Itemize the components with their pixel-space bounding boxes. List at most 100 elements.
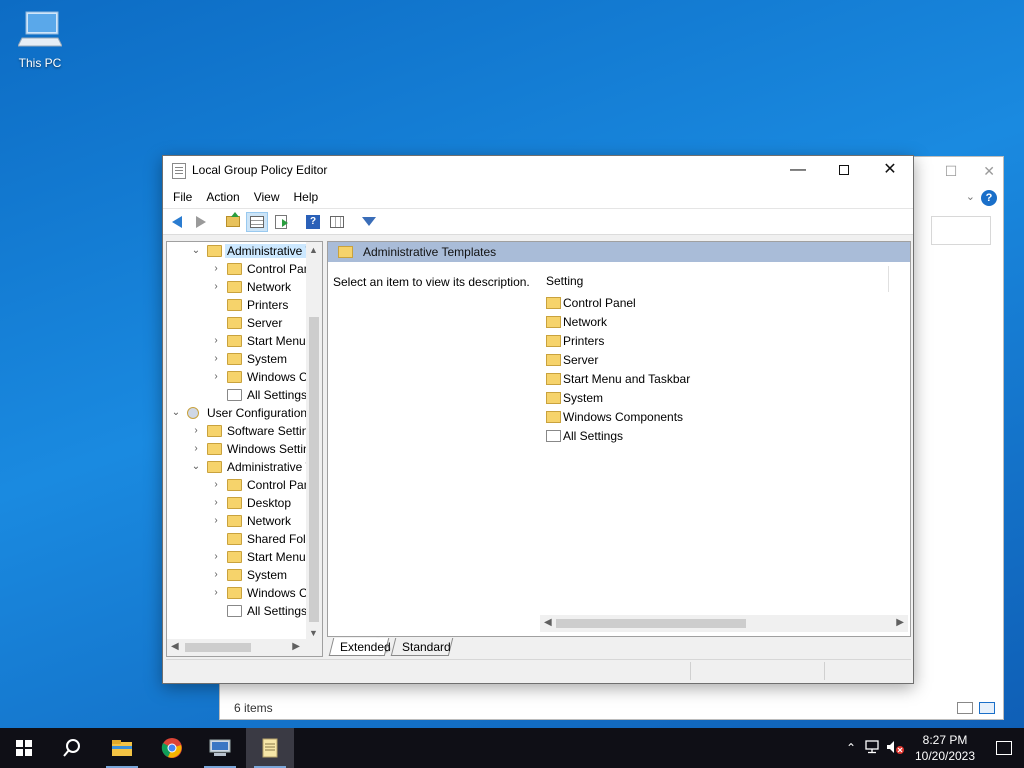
column-header-setting[interactable]: Setting — [546, 274, 583, 288]
close-icon[interactable]: ✕ — [983, 163, 995, 180]
chevron-right-icon[interactable]: › — [191, 425, 201, 436]
tree-node[interactable]: › Network — [167, 512, 307, 530]
filter-button[interactable] — [358, 212, 380, 232]
toolbar-separator — [214, 212, 220, 232]
chevron-down-icon[interactable]: ⌄ — [191, 245, 201, 256]
chevron-right-icon[interactable]: › — [211, 281, 221, 292]
back-button[interactable] — [166, 212, 188, 232]
chevron-right-icon[interactable]: › — [211, 479, 221, 490]
list-item-label: Server — [563, 353, 599, 367]
scroll-thumb[interactable] — [556, 619, 746, 628]
chevron-down-icon[interactable]: ⌄ — [966, 190, 975, 203]
search-button[interactable] — [48, 728, 96, 768]
tree-node[interactable]: Shared Folders — [167, 530, 307, 548]
search-box[interactable] — [931, 216, 991, 245]
chevron-right-icon[interactable]: › — [191, 443, 201, 454]
folder-icon — [227, 497, 242, 509]
folder-icon — [207, 245, 222, 257]
volume-muted-icon[interactable] — [884, 740, 906, 757]
file-explorer-icon — [112, 740, 132, 756]
tree-node[interactable]: › Windows Settings — [167, 440, 307, 458]
up-one-level-button[interactable] — [222, 212, 244, 232]
tree-node[interactable]: › System — [167, 566, 307, 584]
tab-standard[interactable]: Standard — [390, 638, 454, 656]
tree-node[interactable]: ⌄ Administrative Templates — [167, 242, 307, 260]
tree-node[interactable]: ⌄ Administrative Templates — [167, 458, 307, 476]
menu-file[interactable]: File — [166, 186, 199, 208]
show-hidden-icons-icon[interactable]: ⌃ — [840, 741, 862, 755]
help-button[interactable]: ? — [302, 212, 324, 232]
details-view-icon[interactable] — [957, 702, 973, 714]
scroll-left-icon[interactable]: ◀ — [544, 617, 552, 628]
tab-extended[interactable]: Extended — [328, 638, 391, 656]
scroll-left-icon[interactable]: ◀ — [171, 641, 179, 652]
close-button[interactable]: ✕ — [867, 156, 913, 186]
chevron-right-icon[interactable]: › — [211, 569, 221, 580]
scroll-right-icon[interactable]: ▶ — [896, 617, 904, 628]
chevron-right-icon[interactable]: › — [211, 335, 221, 346]
tree-node[interactable]: › Control Panel — [167, 476, 307, 494]
action-center-button[interactable] — [984, 728, 1024, 768]
tree-node[interactable]: All Settings — [167, 386, 307, 404]
tree-vertical-scrollbar[interactable]: ▲ ▼ — [306, 242, 322, 640]
chevron-right-icon[interactable]: › — [211, 515, 221, 526]
console-tree[interactable]: ⌄Administrative Templates › Control Panel ›… — [166, 241, 323, 657]
tree-node[interactable]: › Network — [167, 278, 307, 296]
scroll-up-icon[interactable]: ▲ — [309, 245, 318, 255]
title-bar[interactable]: Local Group Policy Editor — ✕ — [163, 156, 913, 186]
scroll-right-icon[interactable]: ▶ — [292, 641, 300, 652]
tree-node[interactable]: All Settings — [167, 602, 307, 620]
chevron-right-icon[interactable]: › — [211, 263, 221, 274]
scroll-thumb[interactable] — [185, 643, 251, 652]
large-icons-view-icon[interactable] — [979, 702, 995, 714]
network-icon[interactable] — [862, 739, 884, 757]
chevron-right-icon[interactable]: › — [211, 551, 221, 562]
export-list-button[interactable] — [270, 212, 292, 232]
settings-folder-icon — [227, 605, 242, 617]
chevron-right-icon[interactable]: › — [211, 371, 221, 382]
chevron-down-icon[interactable]: ⌄ — [171, 407, 181, 418]
folder-icon — [227, 353, 242, 365]
tree-node[interactable]: › Start Menu and Taskbar — [167, 332, 307, 350]
tree-node[interactable]: › Control Panel — [167, 260, 307, 278]
tree-node[interactable]: › Start Menu and Taskbar — [167, 548, 307, 566]
tree-horizontal-scrollbar[interactable]: ◀ ▶ — [167, 639, 322, 656]
tree-node[interactable]: › Windows Components — [167, 368, 307, 386]
tree-node[interactable]: › Software Settings — [167, 422, 307, 440]
tree-node[interactable]: › Desktop — [167, 494, 307, 512]
details-horizontal-scrollbar[interactable]: ◀ ▶ — [540, 615, 908, 632]
help-icon[interactable]: ? — [981, 190, 997, 206]
chevron-right-icon[interactable]: › — [211, 353, 221, 364]
tree-node[interactable]: Server — [167, 314, 307, 332]
taskbar-notepad[interactable] — [246, 728, 294, 768]
properties-button[interactable] — [326, 212, 348, 232]
maximize-icon[interactable]: ☐ — [945, 163, 958, 180]
desktop-icon-this-pc[interactable]: This PC — [12, 10, 68, 70]
chevron-right-icon[interactable]: › — [211, 587, 221, 598]
column-divider[interactable] — [888, 266, 889, 292]
chevron-right-icon[interactable]: › — [211, 497, 221, 508]
chevron-down-icon[interactable]: ⌄ — [191, 461, 201, 472]
maximize-button[interactable] — [821, 156, 867, 186]
window-title: Local Group Policy Editor — [192, 163, 328, 177]
taskbar-chrome[interactable] — [148, 728, 196, 768]
menu-help[interactable]: Help — [287, 186, 326, 208]
tree-node[interactable]: Printers — [167, 296, 307, 314]
minimize-button[interactable]: — — [775, 156, 821, 186]
show-hide-tree-button[interactable] — [246, 211, 268, 232]
scroll-thumb[interactable] — [309, 317, 319, 622]
tree-node-label: Control Panel — [247, 478, 307, 492]
tree-node[interactable]: ⌄ User Configuration — [167, 404, 307, 422]
tree-node-label: Network — [247, 514, 292, 528]
tree-node[interactable]: › System — [167, 350, 307, 368]
taskbar-file-explorer[interactable] — [98, 728, 146, 768]
taskbar-remote-desktop[interactable] — [196, 728, 244, 768]
forward-button[interactable] — [190, 212, 212, 232]
menu-view[interactable]: View — [247, 186, 287, 208]
item-description: Select an item to view its description. — [333, 275, 530, 289]
tree-node[interactable]: › Windows Components — [167, 584, 307, 602]
start-button[interactable] — [0, 728, 48, 768]
clock[interactable]: 8:27 PM 10/20/2023 — [906, 732, 984, 764]
menu-action[interactable]: Action — [199, 186, 246, 208]
scroll-down-icon[interactable]: ▼ — [309, 628, 318, 638]
